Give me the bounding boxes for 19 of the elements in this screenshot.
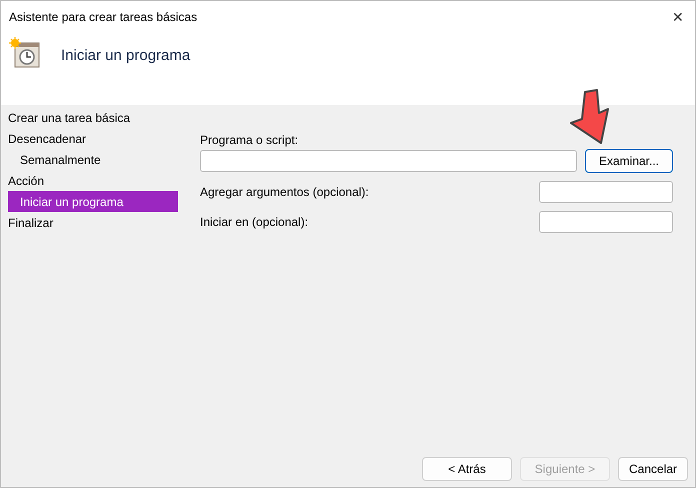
- wizard-step: Finalizar: [8, 212, 178, 233]
- wizard-step: Desencadenar: [8, 128, 178, 149]
- program-input[interactable]: [200, 150, 577, 172]
- wizard-step: Iniciar un programa: [8, 191, 178, 212]
- calendar-clock-icon: [9, 37, 41, 69]
- wizard-step: Semanalmente: [8, 149, 178, 170]
- wizard-button[interactable]: Cancelar: [618, 457, 688, 481]
- field-label: Iniciar en (opcional):: [200, 214, 308, 231]
- window-title: Asistente para crear tareas básicas: [9, 9, 198, 26]
- start-in-input[interactable]: [539, 211, 673, 233]
- arguments-input[interactable]: [539, 181, 673, 203]
- field-label: Programa o script:: [200, 132, 300, 149]
- wizard-button[interactable]: < Atrás: [422, 457, 512, 481]
- page-title: Iniciar un programa: [61, 46, 190, 66]
- wizard-step: Acción: [8, 170, 178, 191]
- field-label: Agregar argumentos (opcional):: [200, 184, 369, 201]
- wizard-step: Crear una tarea básica: [8, 107, 178, 128]
- close-button[interactable]: ✕: [663, 2, 693, 32]
- browse-button[interactable]: Examinar...: [585, 149, 673, 173]
